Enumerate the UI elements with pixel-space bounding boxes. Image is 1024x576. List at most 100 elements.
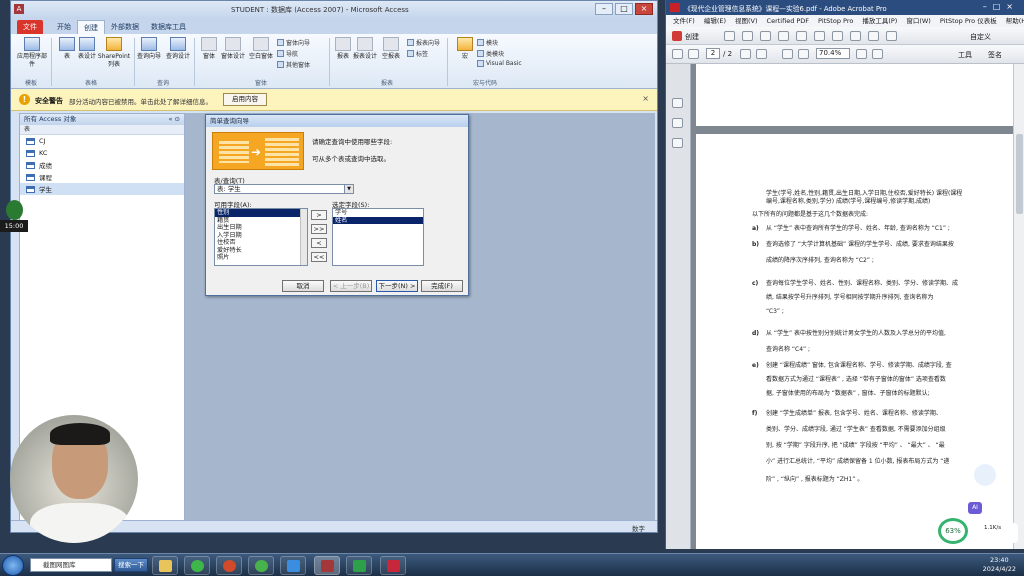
chevron-down-icon[interactable]: ▼ [344, 185, 353, 193]
pdf-document-area[interactable]: 学生(学号,姓名,性别,籍贯,出生日期,入学日期,住校否,爱好特长) 课程(课程… [691, 64, 1013, 549]
menu-window[interactable]: 窗口(W) [906, 15, 931, 27]
finish-button[interactable]: 完成(F) [421, 280, 463, 292]
sign-button[interactable]: 签名 [988, 50, 1002, 60]
fit-page-icon[interactable] [856, 49, 867, 59]
remove-field-button[interactable]: < [311, 238, 327, 248]
save-icon[interactable] [742, 31, 753, 41]
tab-external-data[interactable]: 外部数据 [105, 20, 145, 34]
search-button[interactable]: 搜索一下 [114, 558, 148, 572]
next-button[interactable]: 下一步(N) > [376, 280, 418, 292]
sharepoint-list-button[interactable]: SharePoint列表 [95, 37, 133, 69]
menu-help[interactable]: 帮助(H) [1006, 15, 1024, 27]
zoom-out-icon[interactable] [782, 49, 793, 59]
report-wizard-item[interactable]: 报表向导 [407, 38, 440, 47]
access-app-icon[interactable]: A [14, 4, 24, 14]
open-icon[interactable] [724, 31, 735, 41]
protect-icon[interactable] [886, 31, 897, 41]
available-fields-list[interactable]: 性别 籍贯 出生日期 入学日期 住校否 爱好特长 照片 [214, 208, 308, 266]
blank-report-button[interactable]: 空报表 [377, 37, 405, 61]
list-item[interactable]: 出生日期 [215, 224, 307, 232]
taskbar-360[interactable] [248, 556, 274, 575]
form-wizard-item[interactable]: 窗体向导 [277, 38, 310, 47]
menu-pitstop-dashboard[interactable]: PitStop Pro 仪表板 [940, 15, 997, 27]
tools-button[interactable]: 工具 [958, 50, 972, 60]
navigation-item[interactable]: 导航 [277, 49, 298, 58]
system-clock[interactable]: 23:40 2024/4/22 [983, 556, 1016, 574]
form-design-button[interactable]: 窗体设计 [219, 37, 247, 61]
cpu-usage-widget[interactable]: 63% [938, 518, 968, 544]
maximize-button[interactable]: □ [615, 3, 633, 15]
menu-edit[interactable]: 编辑(E) [704, 15, 726, 27]
address-input[interactable]: 截图网图库 [30, 558, 112, 572]
macro-button[interactable]: 宏 [451, 37, 479, 61]
menu-file[interactable]: 文件(F) [673, 15, 695, 27]
module-item[interactable]: 模块 [477, 38, 498, 47]
nav-item-xuesheng[interactable]: 学生 [20, 183, 184, 195]
selected-fields-list[interactable]: 学号 姓名 [332, 208, 424, 266]
add-field-button[interactable]: > [311, 210, 327, 220]
settings-icon[interactable] [778, 31, 789, 41]
taskbar-bird[interactable] [280, 556, 306, 575]
select-tool-icon[interactable] [740, 49, 751, 59]
taskbar-app[interactable] [216, 556, 242, 575]
ai-assistant-button[interactable]: AI [968, 502, 982, 514]
menu-pitstop-pro[interactable]: PitStop Pro [818, 15, 853, 27]
acrobat-app-icon[interactable] [670, 3, 680, 12]
remove-all-fields-button[interactable]: << [311, 252, 327, 262]
taskbar-wechat[interactable] [184, 556, 210, 575]
nav-item-kecheng[interactable]: 课程 [20, 171, 184, 183]
taskbar-acrobat[interactable] [380, 556, 406, 575]
class-module-item[interactable]: 类模块 [477, 49, 504, 58]
menu-view[interactable]: 视图(V) [735, 15, 758, 27]
blank-form-button[interactable]: 空白窗体 [247, 37, 275, 61]
enable-content-button[interactable]: 启用内容 [223, 93, 267, 106]
customize-menu[interactable]: 自定义 [970, 32, 991, 42]
attachments-panel-icon[interactable] [672, 138, 683, 148]
nav-section-tables[interactable]: 表 [20, 125, 184, 135]
prev-page-icon[interactable] [672, 49, 683, 59]
list-item[interactable]: 籍贯 [215, 217, 307, 225]
email-icon[interactable] [796, 31, 807, 41]
hand-tool-icon[interactable] [756, 49, 767, 59]
list-item[interactable]: 学号 [333, 209, 423, 217]
query-design-button[interactable]: 查询设计 [164, 37, 192, 61]
next-page-icon[interactable] [688, 49, 699, 59]
start-button[interactable] [2, 555, 24, 576]
fit-width-icon[interactable] [872, 49, 883, 59]
tab-database-tools[interactable]: 数据库工具 [145, 20, 192, 34]
list-item[interactable]: 性别 [215, 209, 307, 217]
menu-play-tools[interactable]: 播放工具(P) [862, 15, 897, 27]
taskbar-explorer[interactable] [152, 556, 178, 575]
review-icon[interactable] [850, 31, 861, 41]
minimize-button[interactable]: – [595, 3, 613, 15]
list-item[interactable]: 姓名 [333, 216, 423, 224]
window-controls[interactable]: –□× [983, 2, 1019, 11]
tab-home[interactable]: 开始 [51, 20, 77, 34]
labels-item[interactable]: 标签 [407, 49, 428, 58]
stamp-icon[interactable] [868, 31, 879, 41]
comment-icon[interactable] [814, 31, 825, 41]
more-forms-item[interactable]: 其他窗体 [277, 60, 310, 69]
close-button[interactable]: × [635, 3, 653, 15]
nav-item-kc[interactable]: KC [20, 147, 184, 159]
query-wizard-button[interactable]: 查询向导 [135, 37, 163, 61]
visual-basic-item[interactable]: Visual Basic [477, 60, 522, 67]
taskbar-notes[interactable] [346, 556, 372, 575]
page-number-input[interactable]: 2 [706, 48, 720, 59]
security-warning-message[interactable]: 部分活动内容已被禁用。单击此处了解详细信息。 [69, 96, 212, 106]
report-design-button[interactable]: 报表设计 [351, 37, 379, 61]
scrollbar-thumb[interactable] [1016, 134, 1023, 214]
pdf-scrollbar[interactable] [1013, 64, 1024, 549]
create-button[interactable]: 创建 [685, 32, 699, 42]
app-parts-button[interactable]: 应用程序部件 [15, 37, 49, 69]
list-item[interactable]: 照片 [215, 254, 307, 262]
floating-bird-icon[interactable] [974, 464, 996, 486]
zoom-select[interactable]: 70.4% [816, 48, 850, 59]
back-button[interactable]: < 上一步(B) [330, 280, 372, 292]
add-all-fields-button[interactable]: >> [311, 224, 327, 234]
close-icon[interactable]: × [642, 94, 649, 103]
nav-item-cj[interactable]: CJ [20, 135, 184, 147]
list-item[interactable]: 住校否 [215, 239, 307, 247]
tab-create[interactable]: 创建 [77, 20, 105, 34]
scrollbar[interactable] [300, 209, 307, 265]
